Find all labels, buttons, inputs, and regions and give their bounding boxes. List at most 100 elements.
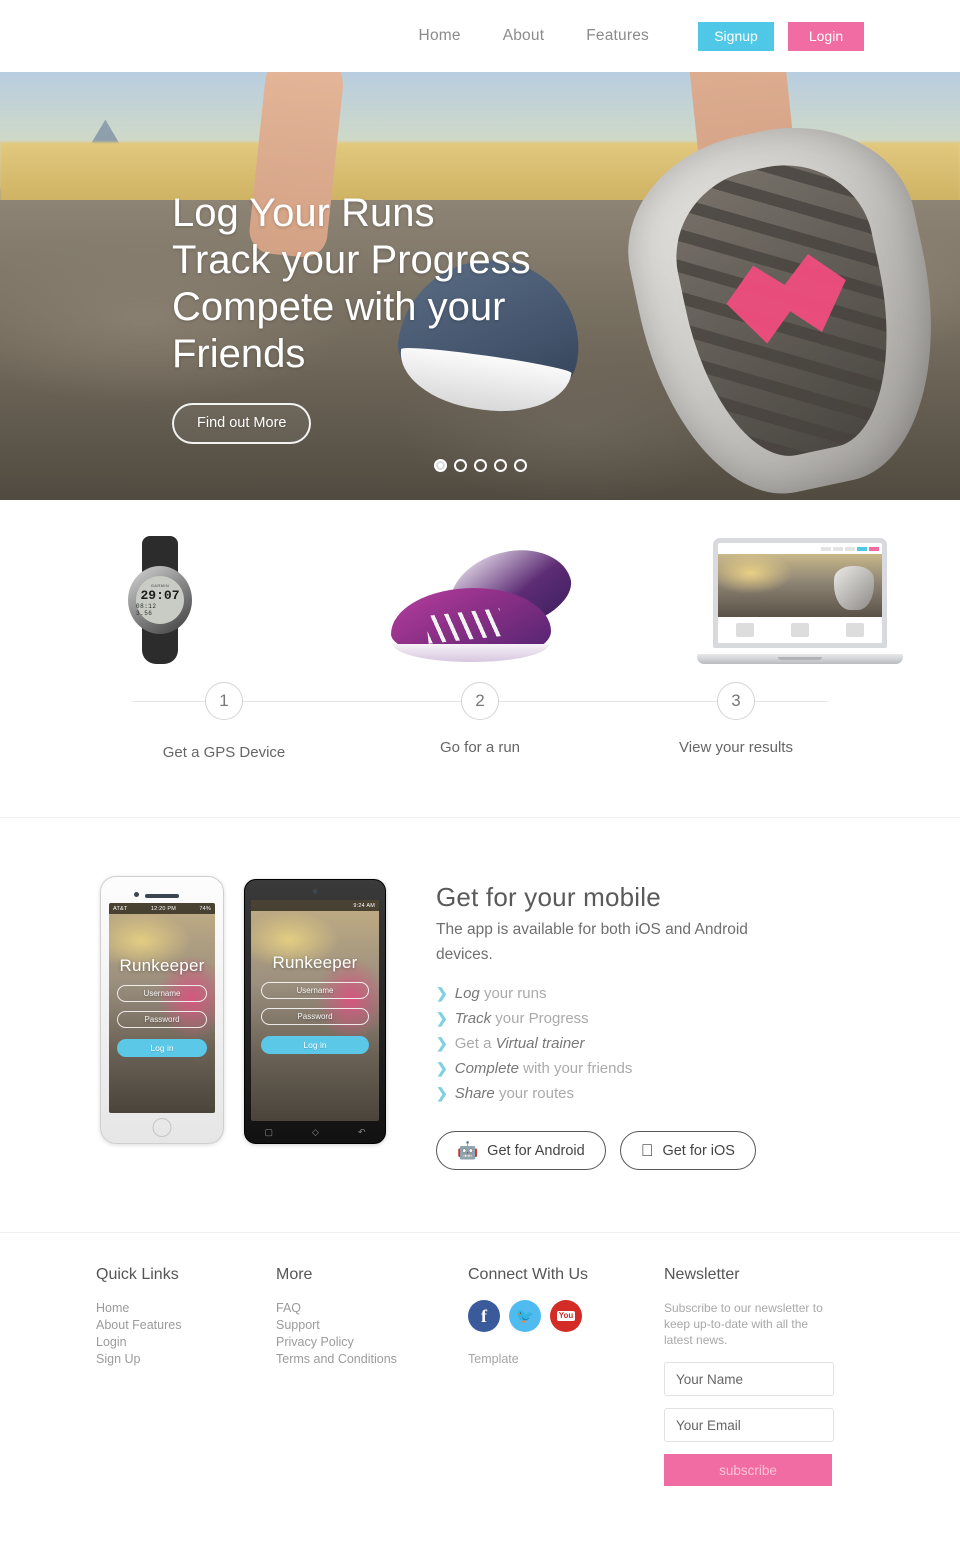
watch-distance-value: 3.56 [136, 610, 153, 617]
feature-emphasis: Complete [454, 1060, 519, 1077]
ios-button-label: Get for iOS [649, 1142, 735, 1159]
social-icons: f 🐦 You [468, 1300, 664, 1332]
step-image-gps-watch: GARMIN 29:07 08:12 3.56 [0, 534, 320, 664]
feature-rest: your Progress [495, 1010, 589, 1027]
find-out-more-button[interactable]: Find out More [172, 403, 312, 444]
signup-button[interactable]: Signup [698, 21, 774, 51]
newsletter-description: Subscribe to our newsletter to keep up-t… [664, 1301, 823, 1347]
how-it-works-section: GARMIN 29:07 08:12 3.56 1 Get a GPS Devi… [0, 500, 960, 817]
iphone-mockup: AT&T 12:20 PM 74% Runkeeper Username Pas… [100, 876, 224, 1144]
app-store-buttons: 🤖 Get for Android  Get for iOS [436, 1131, 864, 1170]
quick-links-title: Quick Links [96, 1266, 179, 1283]
iphone-home-button[interactable] [152, 1118, 172, 1137]
site-header: Home About Features Signup Login [0, 0, 960, 72]
android-back-icon[interactable]: ↶ [358, 1127, 366, 1138]
ios-time-label: 12:20 PM [150, 905, 176, 912]
feature-emphasis: Log [454, 985, 480, 1002]
ios-carrier-label: AT&T [113, 905, 128, 912]
carousel-dot-1[interactable] [433, 459, 447, 472]
step-3-label: View your results [679, 739, 793, 756]
feature-emphasis: Virtual trainer [495, 1035, 585, 1052]
app-login-button-ios[interactable]: Log in [117, 1039, 207, 1057]
hero-heading-line-1: Log Your Runs [172, 191, 435, 235]
mobile-heading: Get for your mobile [436, 882, 661, 912]
carousel-dot-4[interactable] [493, 459, 507, 472]
step-2: 2 Go for a run [352, 682, 608, 761]
feature-emphasis: Track [454, 1010, 492, 1027]
step-3: 3 View your results [608, 682, 864, 761]
app-login-button-android[interactable]: Log in [261, 1036, 369, 1054]
facebook-icon[interactable]: f [468, 1300, 500, 1332]
feature-item-virtual-trainer: ❯ Get a Virtual trainer [436, 1031, 864, 1056]
twitter-icon[interactable]: 🐦 [509, 1300, 541, 1332]
step-1-number[interactable]: 1 [205, 682, 243, 720]
connect-title: Connect With Us [468, 1266, 589, 1283]
android-mockup: 9:24 AM Runkeeper Username Password Log … [244, 879, 386, 1144]
feature-item-share: ❯ Share your routes [436, 1081, 864, 1106]
app-username-field-android[interactable]: Username [261, 982, 369, 999]
watch-time-value: 29:07 [140, 588, 180, 603]
chevron-right-icon: ❯ [436, 1060, 448, 1076]
nav-link-about[interactable]: About [482, 27, 566, 45]
feature-emphasis: Share [454, 1085, 495, 1102]
login-button[interactable]: Login [788, 21, 864, 51]
step-image-running-shoes [320, 534, 640, 664]
steps-progress-track: 1 Get a GPS Device 2 Go for a run 3 View… [0, 682, 960, 761]
mobile-feature-list: ❯ Log your runs ❯ Track your Progress ❯ … [436, 981, 864, 1106]
app-password-field-ios[interactable]: Password [117, 1011, 207, 1028]
hero-heading-line-3: Compete with your Friends [172, 285, 506, 376]
newsletter-email-input[interactable] [664, 1408, 834, 1442]
template-label: Template [468, 1352, 519, 1366]
newsletter-name-input[interactable] [664, 1362, 834, 1396]
chevron-right-icon: ❯ [436, 1010, 448, 1026]
footer-link-support[interactable]: Support [276, 1317, 468, 1334]
nav-link-home[interactable]: Home [398, 27, 482, 45]
android-recents-icon[interactable]: ▢ [265, 1127, 274, 1138]
carousel-dot-2[interactable] [453, 459, 467, 472]
feature-rest: Get a [454, 1035, 492, 1052]
footer-column-newsletter: Newsletter Subscribe to our newsletter t… [664, 1266, 864, 1486]
more-title: More [276, 1266, 313, 1283]
carousel-dot-3[interactable] [473, 459, 487, 472]
footer-link-terms[interactable]: Terms and Conditions [276, 1351, 468, 1368]
footer-link-login[interactable]: Login [96, 1334, 276, 1351]
step-image-laptop [640, 534, 960, 664]
feature-rest: with your friends [523, 1060, 633, 1077]
youtube-icon[interactable]: You [550, 1300, 582, 1332]
get-for-ios-button[interactable]:  Get for iOS [619, 1131, 756, 1170]
chevron-right-icon: ❯ [436, 985, 448, 1001]
android-time-label: 9:24 AM [353, 902, 375, 909]
feature-rest: your routes [498, 1085, 574, 1102]
footer-link-about-features[interactable]: About Features [96, 1317, 276, 1334]
android-home-icon[interactable]: ◇ [312, 1127, 319, 1138]
carousel-dots [0, 459, 960, 472]
mobile-app-section: AT&T 12:20 PM 74% Runkeeper Username Pas… [0, 818, 960, 1232]
footer-link-sign-up[interactable]: Sign Up [96, 1351, 276, 1368]
hero-heading-line-2: Track your Progress [172, 238, 531, 282]
watch-pace-value: 08:12 [136, 603, 157, 610]
chevron-right-icon: ❯ [436, 1035, 448, 1051]
step-1-label: Get a GPS Device [162, 744, 286, 761]
get-for-android-button[interactable]: 🤖 Get for Android [436, 1131, 606, 1170]
carousel-dot-5[interactable] [513, 459, 527, 472]
footer-link-faq[interactable]: FAQ [276, 1300, 468, 1317]
nav-link-features[interactable]: Features [565, 27, 670, 45]
footer-link-home[interactable]: Home [96, 1300, 276, 1317]
step-1: 1 Get a GPS Device [96, 682, 352, 761]
step-3-number[interactable]: 3 [717, 682, 755, 720]
ios-battery-label: 74% [199, 905, 211, 912]
android-button-label: Get for Android [487, 1142, 585, 1159]
step-2-number[interactable]: 2 [461, 682, 499, 720]
chevron-right-icon: ❯ [436, 1085, 448, 1101]
step-images-row: GARMIN 29:07 08:12 3.56 [0, 534, 960, 664]
site-footer: Quick Links Home About Features Login Si… [0, 1233, 960, 1556]
app-username-field-ios[interactable]: Username [117, 985, 207, 1002]
feature-item-track: ❯ Track your Progress [436, 1006, 864, 1031]
footer-column-more: More FAQ Support Privacy Policy Terms an… [276, 1266, 468, 1486]
app-password-field-android[interactable]: Password [261, 1008, 369, 1025]
step-2-label: Go for a run [439, 739, 521, 756]
footer-link-privacy-policy[interactable]: Privacy Policy [276, 1334, 468, 1351]
subscribe-button[interactable]: subscribe [664, 1454, 832, 1486]
android-nav-bar: ▢ ◇ ↶ [245, 1123, 385, 1141]
android-icon: 🤖 [457, 1141, 479, 1160]
